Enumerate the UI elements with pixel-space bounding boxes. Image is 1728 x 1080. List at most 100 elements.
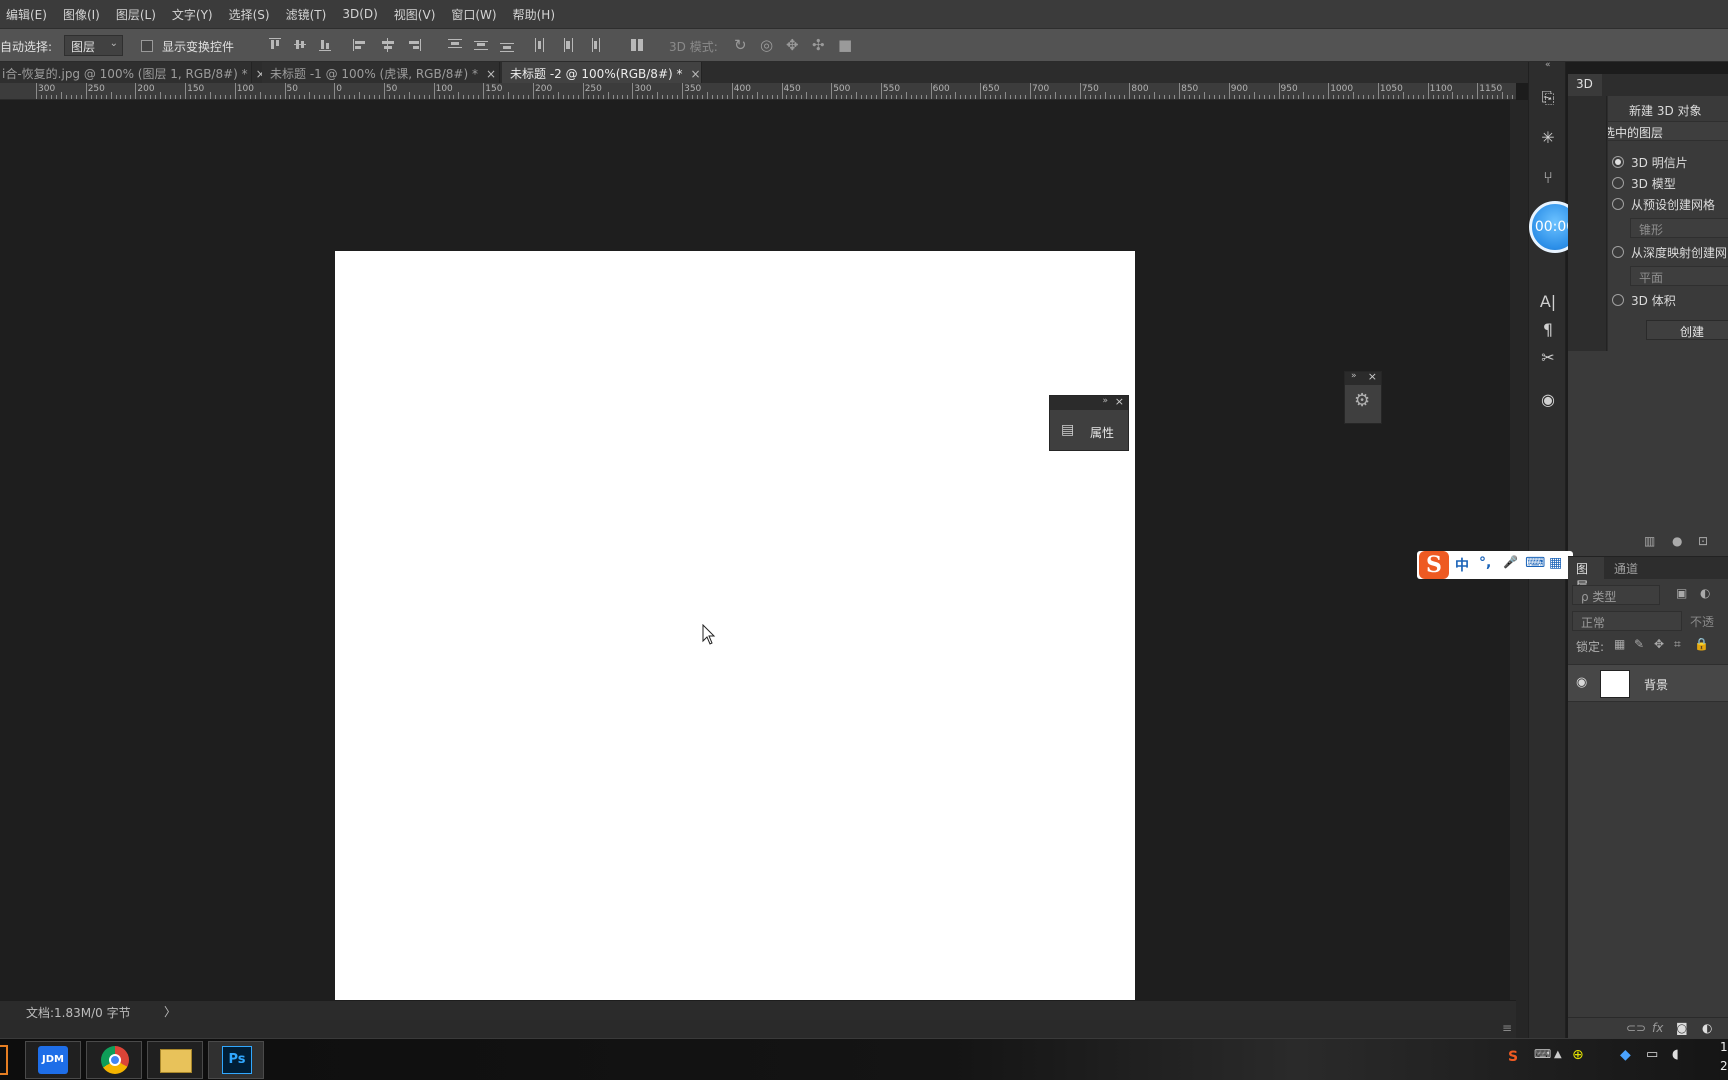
align-hcenter-icon[interactable]	[380, 37, 396, 53]
lock-transparent-icon[interactable]: ▦	[1614, 637, 1625, 651]
lock-all-icon[interactable]: 🔒	[1694, 637, 1709, 651]
clock-time[interactable]: 1	[1720, 1040, 1728, 1054]
tray-plus-icon[interactable]: ⊕	[1572, 1047, 1584, 1063]
tab-untitled-1[interactable]: 未标题 -1 @ 100% (虎课, RGB/8#) * ×	[262, 62, 500, 83]
align-right-icon[interactable]	[406, 37, 422, 53]
radio-mesh-from-preset[interactable]	[1612, 198, 1624, 210]
tab-document-restored[interactable]: i合-恢复的.jpg @ 100% (图层 1, RGB/8#) * ×	[0, 62, 266, 83]
character-icon[interactable]: A|	[1538, 292, 1558, 312]
create-button[interactable]: 创建	[1646, 320, 1728, 340]
keyboard-icon[interactable]: ⌨	[1525, 555, 1545, 571]
blend-mode-dropdown[interactable]: 正常	[1572, 611, 1682, 631]
sogou-tray-icon[interactable]: S	[1508, 1049, 1518, 1065]
ime-chinese-mode[interactable]: 中	[1455, 555, 1469, 575]
radio-3d-postcard[interactable]	[1612, 156, 1624, 168]
close-icon[interactable]: ×	[486, 67, 496, 81]
align-left-icon[interactable]	[352, 37, 368, 53]
tray-keyboard-icon[interactable]: ⌨	[1534, 1047, 1551, 1061]
align-top-icon[interactable]	[267, 37, 283, 53]
radio-3d-volume[interactable]	[1612, 294, 1624, 306]
delete-icon[interactable]: ▥	[1644, 534, 1655, 548]
menu-window[interactable]: 窗口(W)	[443, 6, 504, 23]
horizontal-ruler[interactable]: 300 250 200 150 100 50 0 50 100 150 200 250 300 350 40…	[0, 83, 1516, 100]
layer-row[interactable]: ◉ 背景	[1568, 664, 1728, 702]
properties-panel-collapsed[interactable]: » × ▤ 属性	[1049, 395, 1129, 451]
align-bottom-icon[interactable]	[317, 37, 333, 53]
link-icon[interactable]: ⊂⊃	[1626, 1021, 1646, 1035]
auto-align-icon[interactable]	[629, 37, 645, 53]
menu-layer[interactable]: 图层(L)	[108, 6, 164, 23]
microphone-icon[interactable]: 🎤	[1503, 555, 1518, 569]
render-icon[interactable]: ⊡	[1698, 534, 1708, 548]
menu-edit[interactable]: 编辑(E)	[0, 6, 55, 23]
network-icon[interactable]: ▭	[1646, 1047, 1658, 1062]
adjustment-layer-icon[interactable]: ◐	[1702, 1021, 1712, 1035]
drag-3d-icon[interactable]: ✥	[786, 36, 799, 54]
close-icon[interactable]: ×	[1115, 395, 1124, 408]
distribute-vcenter-icon[interactable]	[473, 37, 489, 53]
lock-pixels-icon[interactable]: ✎	[1634, 637, 1644, 651]
tab-untitled-2[interactable]: 未标题 -2 @ 100%(RGB/8#) * ×	[502, 62, 702, 83]
expand-icon[interactable]: »	[1102, 396, 1108, 406]
menu-image[interactable]: 图像(I)	[55, 6, 108, 23]
clock-date[interactable]: 2(	[1720, 1059, 1728, 1073]
light-bulb-icon[interactable]: ●	[1672, 534, 1682, 548]
show-transform-checkbox[interactable]	[141, 40, 153, 52]
gear-icon[interactable]: ⚙	[1354, 390, 1370, 411]
distribute-hcenter-icon[interactable]	[560, 37, 576, 53]
expand-icon[interactable]: »	[1351, 371, 1357, 381]
rotate-3d-icon[interactable]: ↻	[734, 36, 747, 54]
menu-3d[interactable]: 3D(D)	[334, 7, 385, 21]
tools-icon[interactable]: ✂	[1538, 348, 1558, 368]
collapse-icon[interactable]: «	[1545, 60, 1551, 70]
taskbar-jdm[interactable]: JDM	[25, 1041, 81, 1079]
close-icon[interactable]: ×	[691, 67, 701, 81]
distribute-top-icon[interactable]	[447, 37, 463, 53]
3d-axis-icon[interactable]: ✳	[1538, 128, 1558, 148]
auto-select-dropdown[interactable]: 图层 ⌄	[64, 35, 123, 56]
brush-presets-icon[interactable]: ⑂	[1538, 168, 1558, 188]
history-icon[interactable]: ⎘	[1538, 88, 1558, 108]
lock-position-icon[interactable]: ✥	[1654, 637, 1664, 651]
adjustment-filter-icon[interactable]: ◐	[1700, 586, 1710, 600]
close-icon[interactable]: ×	[1368, 370, 1377, 383]
document-canvas[interactable]	[335, 251, 1135, 1051]
roll-3d-icon[interactable]: ◎	[760, 36, 773, 54]
tab-channels[interactable]: 通道	[1614, 560, 1638, 577]
menu-select[interactable]: 选择(S)	[221, 6, 278, 23]
preset-dropdown[interactable]: 锥形	[1630, 218, 1728, 238]
menu-view[interactable]: 视图(V)	[386, 6, 444, 23]
toolbox-icon[interactable]: ▦	[1549, 555, 1562, 571]
radio-mesh-from-depth[interactable]	[1612, 246, 1624, 258]
horizontal-scrollbar[interactable]: ≡	[0, 1020, 1516, 1038]
menu-type[interactable]: 文字(Y)	[164, 6, 221, 23]
align-vcenter-icon[interactable]	[292, 37, 308, 53]
image-filter-icon[interactable]: ▣	[1676, 586, 1687, 600]
tab-layers[interactable]: 图层	[1568, 557, 1604, 593]
ime-toolbar[interactable]: S 中 °, 🎤 ⌨ ▦	[1417, 551, 1573, 579]
paragraph-icon[interactable]: ¶	[1538, 320, 1558, 340]
canvas-area[interactable]	[0, 100, 1516, 1051]
tray-expand-icon[interactable]: ▲	[1554, 1049, 1562, 1060]
taskbar-explorer[interactable]	[147, 1041, 203, 1079]
lock-artboard-icon[interactable]: ⌗	[1674, 637, 1681, 652]
mask-icon[interactable]: ◙	[1676, 1021, 1688, 1035]
layer-filter-dropdown[interactable]: ρ 类型	[1572, 585, 1660, 605]
tab-3d[interactable]: 3D	[1568, 74, 1602, 96]
creative-cloud-icon[interactable]: ◉	[1538, 390, 1558, 410]
fx-icon[interactable]: fx	[1652, 1021, 1663, 1035]
slide-3d-icon[interactable]: ✣	[812, 36, 825, 54]
volume-icon[interactable]: ◖	[1672, 1047, 1679, 1062]
status-arrow-icon[interactable]: 〉	[164, 1003, 176, 1020]
menu-filter[interactable]: 滤镜(T)	[278, 6, 335, 23]
camera-3d-icon[interactable]: ■	[838, 36, 852, 54]
source-dropdown[interactable]: 选中的图层	[1594, 121, 1728, 141]
depth-dropdown[interactable]: 平面	[1630, 266, 1728, 286]
menu-help[interactable]: 帮助(H)	[505, 6, 563, 23]
taskbar-photoshop[interactable]: Ps	[208, 1041, 264, 1079]
distribute-right-icon[interactable]	[586, 37, 602, 53]
ime-punctuation[interactable]: °,	[1479, 555, 1491, 571]
tray-shield-icon[interactable]: ◆	[1620, 1047, 1631, 1063]
distribute-left-icon[interactable]	[533, 37, 549, 53]
radio-3d-model[interactable]	[1612, 177, 1624, 189]
